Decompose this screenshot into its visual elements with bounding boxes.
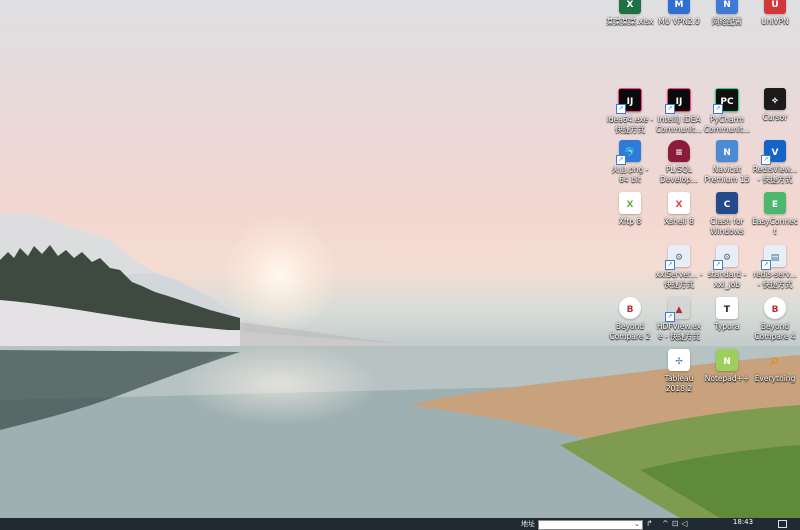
desktop-icon-label: Cursor: [762, 113, 788, 122]
xshell-icon: X: [668, 192, 690, 214]
desktop-icon-cursor[interactable]: ⟡ Cursor: [751, 88, 799, 123]
go-arrow-icon[interactable]: ↱: [646, 519, 653, 528]
desktop-icon-idea64[interactable]: IJ ↗ idea64.exe - 快捷方式: [606, 88, 654, 135]
excel-icon: X: [619, 0, 641, 14]
address-toolbar-label: 地址: [521, 520, 535, 528]
desktop-icon-label: Beyond Compare 2: [609, 322, 651, 341]
vpn-icon: M: [668, 0, 690, 14]
typora-icon: T: [716, 297, 738, 319]
desktop-icon-label: Everything: [754, 374, 796, 383]
network-icon: N: [716, 0, 738, 14]
desktop-icon-everything[interactable]: ⌕ Everything: [751, 349, 799, 384]
network-icon[interactable]: ⊡: [672, 519, 682, 528]
desktop-icon-label: xxlServer... - 快捷方式: [655, 270, 703, 289]
desktop-icon-label: Xftp 8: [618, 217, 642, 226]
desktop-icon-label: Clash for Windows: [710, 217, 744, 236]
desktop-wallpaper: X 某某某某.xlsx M MU VPN2.0 N 网络配置 U UniVPN …: [0, 0, 800, 518]
desktop-icon-label: MU VPN2.0: [658, 17, 700, 26]
desktop-icon-clash[interactable]: C Clash for Windows: [703, 192, 751, 237]
gear-icon: ⚙ ↗: [713, 245, 738, 270]
notepadpp-icon: N: [716, 349, 738, 371]
intellij-icon: IJ ↗: [616, 88, 642, 114]
desktop-icon-intellij[interactable]: IJ ↗ IntelliJ IDEA Communit...: [655, 88, 703, 135]
desktop-icon-label: Beyond Compare 4: [754, 322, 796, 341]
desktop-icon-easyconnect[interactable]: E EasyConnect: [751, 192, 799, 237]
easyconnect-icon: E: [764, 192, 786, 214]
chevron-down-icon[interactable]: ⌄: [634, 520, 640, 528]
desktop-icon-pycharm[interactable]: PC ↗ PyCharm Communit...: [703, 88, 751, 135]
beyond-compare-icon: B: [619, 297, 641, 319]
desktop-icon-label: redis-serv... - 快捷方式: [753, 270, 797, 289]
redisview-icon: V ↗: [761, 140, 786, 165]
desktop-icon-label: RedisView... - 快捷方式: [752, 165, 798, 184]
desktop-icon-xlsx[interactable]: X 某某某某.xlsx: [606, 0, 654, 27]
desktop-icon-redis-server[interactable]: ▤ ↗ redis-serv... - 快捷方式: [751, 245, 799, 290]
navicat-icon: N: [716, 140, 738, 162]
desktop-icon-navicat[interactable]: N Navicat Premium 15: [703, 140, 751, 185]
desktop-icon-label: 某某某某.xlsx: [606, 17, 654, 26]
desktop-icon-label: HDFView.exe - 快捷方式: [656, 322, 702, 341]
univpn-icon: U: [764, 0, 786, 14]
desktop-icon-plsql[interactable]: ≡ PL/SQL Develop...: [655, 140, 703, 185]
pycharm-icon: PC ↗: [713, 88, 739, 114]
desktop-icon-label: PyCharm Communit...: [703, 115, 751, 134]
notification-icon[interactable]: [778, 520, 787, 528]
desktop-icon-label: Navicat Premium 15: [704, 165, 750, 184]
desktop-icon-beyond-compare-4[interactable]: B Beyond Compare 4: [751, 297, 799, 342]
wallpaper-glare: [180, 345, 380, 425]
desktop-icon-dolphin[interactable]: 🐬 ↗ 火山.png - 64 bit: [606, 140, 654, 185]
taskbar: 地址 ⌄ ↱ ^⊡◁ 18:43: [0, 518, 800, 530]
desktop-icon-label: UniVPN: [761, 17, 789, 26]
database-icon: ≡: [668, 140, 690, 162]
clash-icon: C: [716, 192, 738, 214]
desktop-icon-label: idea64.exe - 快捷方式: [606, 115, 654, 134]
address-input[interactable]: ⌄: [538, 520, 643, 530]
window-icon: ▤ ↗: [761, 245, 786, 270]
beyond-compare-icon: B: [764, 297, 786, 319]
desktop-icon-label: 火山.png - 64 bit: [611, 165, 649, 184]
xftp-icon: X: [619, 192, 641, 214]
desktop-icon-label: Notepad++: [704, 374, 750, 383]
taskbar-clock[interactable]: 18:43: [726, 518, 760, 526]
desktop-icon-typora[interactable]: T Typora: [703, 297, 751, 332]
magnifier-icon: ⌕: [770, 350, 780, 369]
desktop-icon-label: 网络配置: [712, 17, 742, 26]
desktop-icon-label: Tableau 2018.2: [664, 374, 694, 393]
dolphin-icon: 🐬 ↗: [616, 140, 641, 165]
cursor-icon: ⟡: [764, 88, 786, 110]
desktop-icon-xxlserver[interactable]: ⚙ ↗ xxlServer... - 快捷方式: [655, 245, 703, 290]
desktop-icon-label: PL/SQL Develop...: [659, 165, 699, 184]
desktop-icon-label: Typora: [714, 322, 740, 331]
gear-icon: ⚙ ↗: [665, 245, 690, 270]
desktop-icon-label: EasyConnect: [752, 217, 798, 236]
hdfview-icon: ▲ ↗: [665, 297, 690, 322]
desktop-icon-mu-vpn[interactable]: M MU VPN2.0: [655, 0, 703, 27]
system-tray[interactable]: ^⊡◁: [662, 519, 691, 528]
desktop-icon-standard-xxljob[interactable]: ⚙ ↗ standard - xxl_job: [703, 245, 751, 290]
desktop-icon-xftp[interactable]: X Xftp 8: [606, 192, 654, 227]
desktop-icon-redisview[interactable]: V ↗ RedisView... - 快捷方式: [751, 140, 799, 185]
desktop-icon-beyond-compare-2[interactable]: B Beyond Compare 2: [606, 297, 654, 342]
speaker-icon[interactable]: ◁: [681, 519, 690, 528]
desktop-icon-xshell[interactable]: X Xshell 8: [655, 192, 703, 227]
desktop-icon-label: standard - xxl_job: [707, 270, 747, 289]
desktop-icon-label: IntelliJ IDEA Communit...: [655, 115, 703, 134]
desktop-icon-hdfview[interactable]: ▲ ↗ HDFView.exe - 快捷方式: [655, 297, 703, 342]
tableau-icon: ✢: [668, 349, 690, 371]
desktop-icon-label: Xshell 8: [664, 217, 694, 226]
desktop-icon-notepadpp[interactable]: N Notepad++: [703, 349, 751, 384]
desktop-icon-network[interactable]: N 网络配置: [703, 0, 751, 27]
desktop-icon-univpn[interactable]: U UniVPN: [751, 0, 799, 27]
desktop-icon-tableau[interactable]: ✢ Tableau 2018.2: [655, 349, 703, 394]
intellij-icon: IJ ↗: [665, 88, 691, 114]
chevron-up-icon[interactable]: ^: [662, 519, 672, 528]
